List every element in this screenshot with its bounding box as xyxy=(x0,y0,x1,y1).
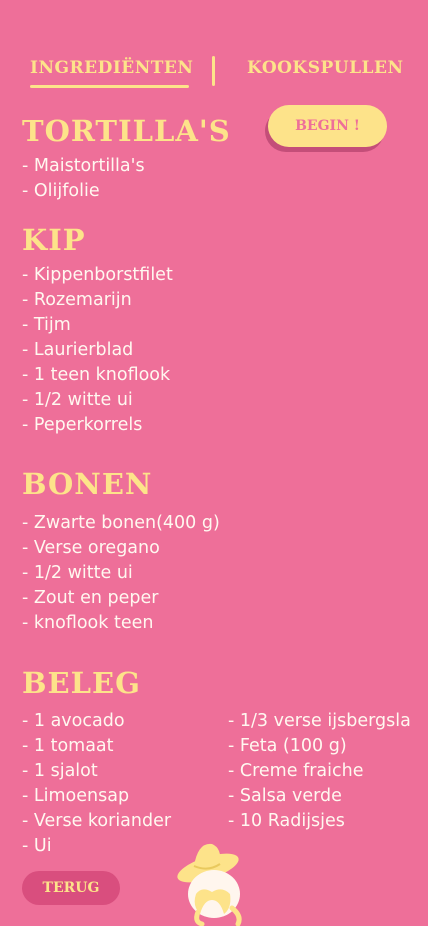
list-item: Creme fraiche xyxy=(228,759,424,784)
list-item: 1 avocado xyxy=(22,709,171,734)
list-item: 1 teen knoflook xyxy=(22,363,173,388)
list-item: Feta (100 g) xyxy=(228,734,424,759)
list-item: Limoensap xyxy=(22,784,171,809)
back-button[interactable]: TERUG xyxy=(22,871,120,905)
list-item: Verse oregano xyxy=(22,536,220,561)
list-item: 1/3 verse ijsbergsla xyxy=(228,709,424,734)
list-item: Zout en peper xyxy=(22,586,220,611)
list-item: Rozemarijn xyxy=(22,288,173,313)
section-title-tortillas: TORTILLA'S xyxy=(22,114,231,148)
sombrero-mascot-icon xyxy=(177,843,242,926)
list-kip: Kippenborstfilet Rozemarijn Tijm Laurier… xyxy=(22,263,173,438)
list-beleg-right: 1/3 verse ijsbergsla Feta (100 g) Creme … xyxy=(228,709,424,834)
list-item: 1/2 witte ui xyxy=(22,561,220,586)
list-item: 1 tomaat xyxy=(22,734,171,759)
list-item: Olijfolie xyxy=(22,179,145,204)
list-item: Maistortilla's xyxy=(22,154,145,179)
tab-ingredients[interactable]: INGREDIËNTEN xyxy=(30,58,193,88)
list-item: Ui xyxy=(22,834,171,859)
tab-kookspullen[interactable]: KOOKSPULLEN xyxy=(247,58,404,78)
list-item: Tijm xyxy=(22,313,173,338)
list-item: Verse koriander xyxy=(22,809,171,834)
section-title-kip: KIP xyxy=(22,223,86,257)
section-title-beleg: BELEG xyxy=(22,666,141,700)
list-item: Zwarte bonen(400 g) xyxy=(22,511,220,536)
list-beleg-left: 1 avocado 1 tomaat 1 sjalot Limoensap Ve… xyxy=(22,709,171,859)
list-item: Salsa verde xyxy=(228,784,424,809)
tab-bar: INGREDIËNTEN KOOKSPULLEN xyxy=(0,56,428,94)
list-item: Peperkorrels xyxy=(22,413,173,438)
begin-button[interactable]: BEGIN ! xyxy=(268,105,387,147)
list-tortillas: Maistortilla's Olijfolie xyxy=(22,154,145,204)
section-title-bonen: BONEN xyxy=(22,467,153,501)
tab-separator xyxy=(212,56,215,86)
list-item: Kippenborstfilet xyxy=(22,263,173,288)
list-item: Laurierblad xyxy=(22,338,173,363)
list-item: knoflook teen xyxy=(22,611,220,636)
list-item: 10 Radijsjes xyxy=(228,809,424,834)
list-item: 1/2 witte ui xyxy=(22,388,173,413)
list-bonen: Zwarte bonen(400 g) Verse oregano 1/2 wi… xyxy=(22,511,220,636)
list-item: 1 sjalot xyxy=(22,759,171,784)
